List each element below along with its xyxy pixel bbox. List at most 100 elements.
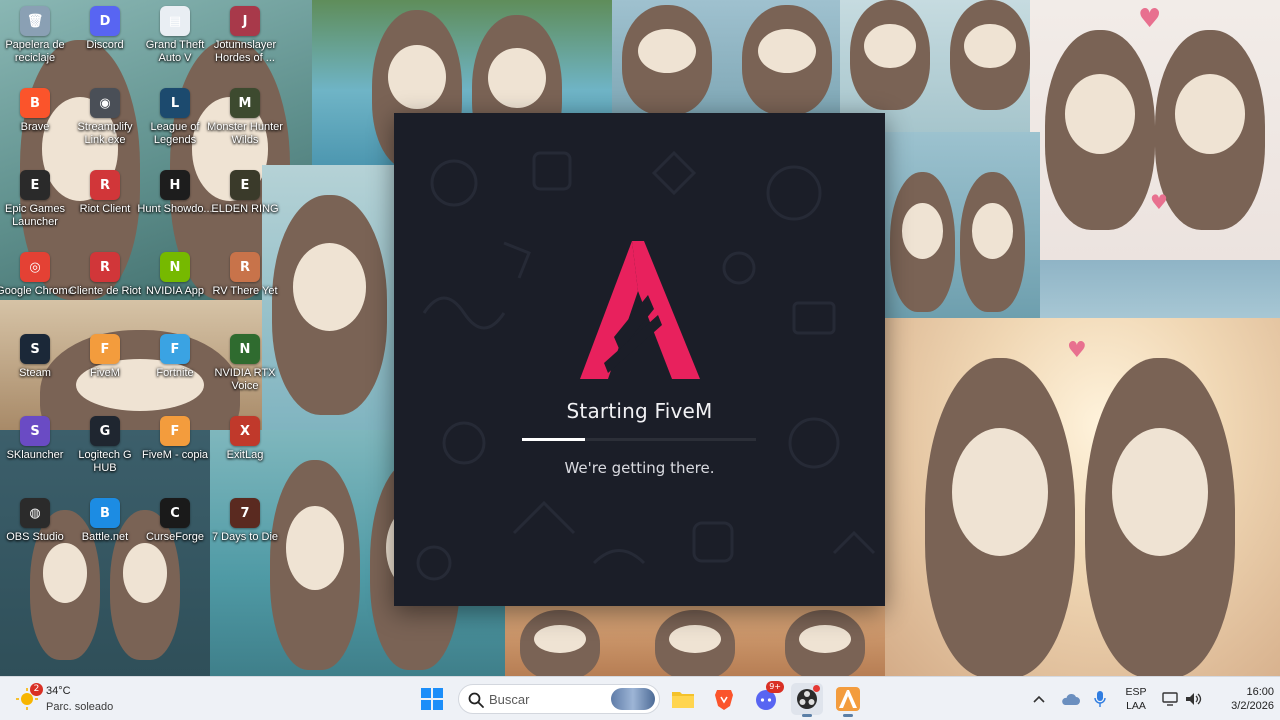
desktop-icon-elden-ring[interactable]: E ELDEN RING: [210, 164, 280, 242]
league-icon: L: [160, 88, 190, 118]
rv-there-yet-icon: R: [230, 252, 260, 282]
fivem-launcher-window: Starting FiveM We're getting there.: [394, 113, 885, 606]
file-icon: ▤: [160, 6, 190, 36]
desktop-icon-curseforge[interactable]: C CurseForge: [140, 492, 210, 570]
tray-display[interactable]: [1160, 687, 1180, 711]
desktop-icon-label: CurseForge: [145, 531, 205, 543]
wallpaper-tile: [1040, 260, 1280, 318]
brave-icon: [715, 690, 733, 710]
taskbar-fivem[interactable]: [832, 683, 864, 717]
taskbar-obs[interactable]: [791, 683, 823, 717]
desktop-icon-recycle-bin[interactable]: 🗑 Papelera de reciclaje: [0, 0, 70, 78]
desktop-icon-label: Monster Hunter Wilds: [207, 121, 283, 146]
desktop-icon-label: Steam: [19, 367, 51, 379]
desktop-icon-fivem-copia[interactable]: F FiveM - copia: [140, 410, 210, 488]
tray-network[interactable]: [1058, 687, 1082, 711]
desktop-icon-riot-client[interactable]: R Riot Client: [70, 164, 140, 242]
desktop-icon-chrome[interactable]: ◎ Google Chrome: [0, 246, 74, 324]
keyboard-layout: LAA: [1126, 700, 1146, 712]
weather-widget[interactable]: 2 34°C Parc. soleado: [16, 682, 176, 716]
sklauncher-icon: S: [20, 416, 50, 446]
clock-date: 3/2/2026: [1231, 700, 1274, 712]
desktop-icon-logitech[interactable]: G Logitech G HUB: [70, 410, 140, 488]
desktop-icon-rtx-voice[interactable]: N NVIDIA RTX Voice: [210, 328, 280, 406]
desktop-icon-epic-games[interactable]: E Epic Games Launcher: [0, 164, 70, 242]
desktop-icon-label: Grand Theft Auto V: [145, 39, 205, 64]
search-icon: [468, 692, 484, 708]
seven-days-icon: 7: [230, 498, 260, 528]
taskbar-file-explorer[interactable]: [667, 683, 699, 715]
desktop-icon-streamplify[interactable]: ◉ Streamplify Link.exe: [70, 82, 140, 160]
brave-icon: B: [20, 88, 50, 118]
desktop-icon-gta-v[interactable]: ▤ Grand Theft Auto V: [140, 0, 210, 78]
riot-client-icon: R: [90, 252, 120, 282]
desktop-icons: 🗑 Papelera de reciclaje D Discord ▤ Grand The…: [0, 0, 290, 660]
taskbar: 2 34°C Parc. soleado Buscar 9+ ESP LAA 1…: [0, 676, 1280, 720]
desktop-icon-fortnite[interactable]: F Fortnite: [140, 328, 210, 406]
recycle-bin-icon: 🗑: [20, 6, 50, 36]
desktop-icon-obs[interactable]: ◍ OBS Studio: [0, 492, 70, 570]
launcher-title: Starting FiveM: [566, 399, 713, 423]
chrome-icon: ◎: [20, 252, 50, 282]
monster-hunter-icon: M: [230, 88, 260, 118]
language-indicator[interactable]: ESP LAA: [1120, 685, 1152, 713]
nvidia-rtx-voice-icon: N: [230, 334, 260, 364]
taskbar-search[interactable]: [458, 684, 660, 714]
steam-icon: S: [20, 334, 50, 364]
taskbar-brave[interactable]: [708, 683, 740, 715]
taskbar-discord[interactable]: 9+: [750, 681, 784, 715]
desktop-icon-rv-there-yet[interactable]: R RV There Yet: [210, 246, 280, 324]
discord-badge: 9+: [766, 681, 784, 693]
notification-badge: 2: [30, 683, 43, 696]
desktop-icon-steam[interactable]: S Steam: [0, 328, 70, 406]
desktop-icon-label: OBS Studio: [6, 531, 64, 543]
search-input[interactable]: [489, 689, 599, 709]
desktop-icon-label: Riot Client: [79, 203, 131, 215]
desktop-icon-label: Hunt Showdo...: [137, 203, 213, 215]
folder-icon: [672, 692, 694, 708]
language-code: ESP: [1125, 686, 1147, 698]
speaker-icon: [1186, 693, 1202, 705]
fortnite-icon: F: [160, 334, 190, 364]
desktop-icon-sklauncher[interactable]: S SKlauncher: [0, 410, 70, 488]
wallpaper-tile: [505, 605, 885, 676]
start-button[interactable]: [416, 683, 448, 715]
desktop-icon-label: Streamplify Link.exe: [77, 121, 133, 146]
desktop-icon-7days[interactable]: 7 7 Days to Die: [210, 492, 280, 570]
wallpaper-tile: ♥: [885, 318, 1280, 676]
desktop-icon-discord[interactable]: D Discord: [70, 0, 140, 78]
desktop-icon-exitlag[interactable]: X ExitLag: [210, 410, 280, 488]
desktop-icon-brave[interactable]: B Brave: [0, 82, 70, 160]
desktop-icon-label: SKlauncher: [6, 449, 64, 461]
discord-icon: D: [90, 6, 120, 36]
desktop-icon-label: Logitech G HUB: [78, 449, 132, 474]
desktop-icon-cliente-riot[interactable]: R Cliente de Riot: [69, 246, 141, 324]
loading-progress-bar: [522, 438, 756, 441]
tray-volume[interactable]: [1184, 687, 1204, 711]
desktop-icon-battlenet[interactable]: B Battle.net: [70, 492, 140, 570]
desktop-icon-label: FiveM: [90, 367, 120, 379]
fivem-icon: F: [160, 416, 190, 446]
tray-microphone[interactable]: [1090, 687, 1110, 711]
system-clock[interactable]: 16:00 3/2/2026: [1210, 685, 1274, 713]
chevron-up-icon: [1033, 695, 1045, 703]
desktop-icon-hunt[interactable]: H Hunt Showdo...: [137, 164, 213, 242]
desktop-icon-label: 7 Days to Die: [211, 531, 279, 543]
desktop-icon-nvidia-app[interactable]: N NVIDIA App: [140, 246, 210, 324]
cloud-icon: [1062, 693, 1080, 705]
desktop-icon-jotunnslayer[interactable]: J Jotunnslayer Hordes of ...: [210, 0, 280, 78]
elden-ring-icon: E: [230, 170, 260, 200]
streamplify-icon: ◉: [90, 88, 120, 118]
obs-icon: ◍: [20, 498, 50, 528]
desktop-icon-league[interactable]: L League of Legends: [140, 82, 210, 160]
desktop-icon-fivem[interactable]: F FiveM: [70, 328, 140, 406]
exitlag-icon: X: [230, 416, 260, 446]
logitech-icon: G: [90, 416, 120, 446]
weather-temperature: 34°C: [46, 685, 71, 697]
desktop-icon-label: NVIDIA RTX Voice: [214, 367, 276, 392]
fivem-icon: F: [90, 334, 120, 364]
microphone-icon: [1094, 691, 1106, 707]
tray-overflow-button[interactable]: [1030, 687, 1048, 711]
desktop-icon-label: ELDEN RING: [211, 203, 279, 215]
desktop-icon-monster-hunter[interactable]: M Monster Hunter Wilds: [207, 82, 283, 160]
